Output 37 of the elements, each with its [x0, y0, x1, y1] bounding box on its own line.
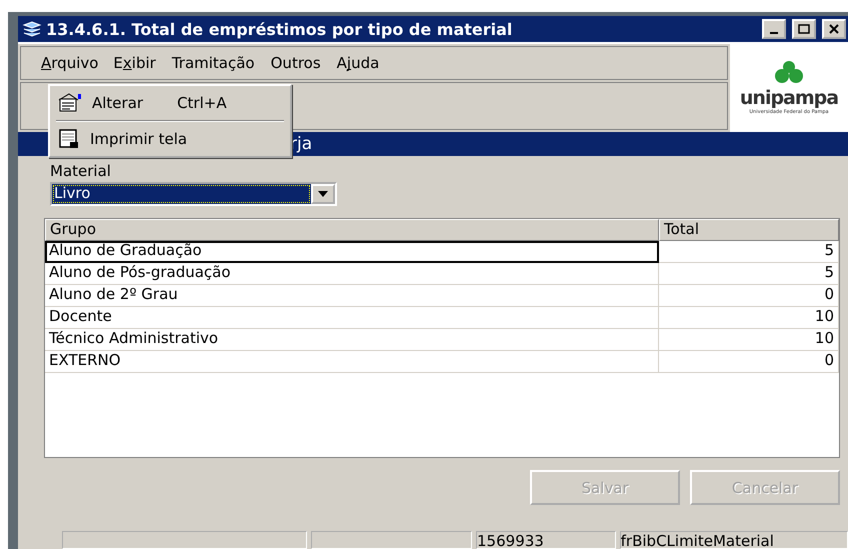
maximize-button[interactable]	[792, 19, 816, 39]
stack-icon	[22, 21, 42, 37]
table-cell: 5	[659, 241, 839, 263]
menu-item[interactable]: Outros	[264, 49, 328, 77]
minimize-button[interactable]	[762, 19, 786, 39]
logo-text: unipampa	[740, 87, 838, 109]
maximize-icon	[798, 24, 810, 34]
status-panel: frBibCLimiteMaterial	[620, 531, 848, 549]
column-header[interactable]: Total	[659, 219, 839, 241]
menu-item[interactable]: Exibir	[106, 49, 163, 77]
table-cell: 10	[659, 329, 839, 351]
properties-icon	[58, 93, 82, 113]
material-select[interactable]: Livro	[50, 182, 337, 206]
column-header[interactable]: Grupo	[45, 219, 659, 241]
material-label: Material	[50, 162, 112, 180]
table-cell[interactable]: EXTERNO	[45, 351, 659, 373]
table-cell[interactable]: Docente	[45, 307, 659, 329]
close-icon	[829, 24, 839, 34]
table-cell: 5	[659, 263, 839, 285]
close-button[interactable]	[822, 19, 846, 39]
caret-icon	[318, 191, 328, 197]
document-icon	[58, 129, 80, 149]
table-cell[interactable]: Aluno de Pós-graduação	[45, 263, 659, 285]
table-cell[interactable]: Aluno de Graduação	[45, 241, 659, 263]
table-cell: 10	[659, 307, 839, 329]
table-cell[interactable]: Técnico Administrativo	[45, 329, 659, 351]
menu-option[interactable]: Alterar Ctrl+A	[52, 88, 288, 118]
menu-item[interactable]: Arquivo	[35, 50, 104, 76]
minimize-icon	[770, 32, 778, 34]
table-cell[interactable]: Aluno de 2º Grau	[45, 285, 659, 307]
menu-option[interactable]: Imprimir tela	[52, 124, 288, 154]
window-title: 13.4.6.1. Total de empréstimos por tipo de material	[46, 20, 514, 38]
menu-item[interactable]: Tramitação	[164, 49, 262, 77]
table-cell: 0	[659, 351, 839, 373]
menu-item[interactable]: Ajuda	[330, 49, 386, 77]
table-cell: 0	[659, 285, 839, 307]
status-panel: 1569933	[476, 531, 616, 549]
